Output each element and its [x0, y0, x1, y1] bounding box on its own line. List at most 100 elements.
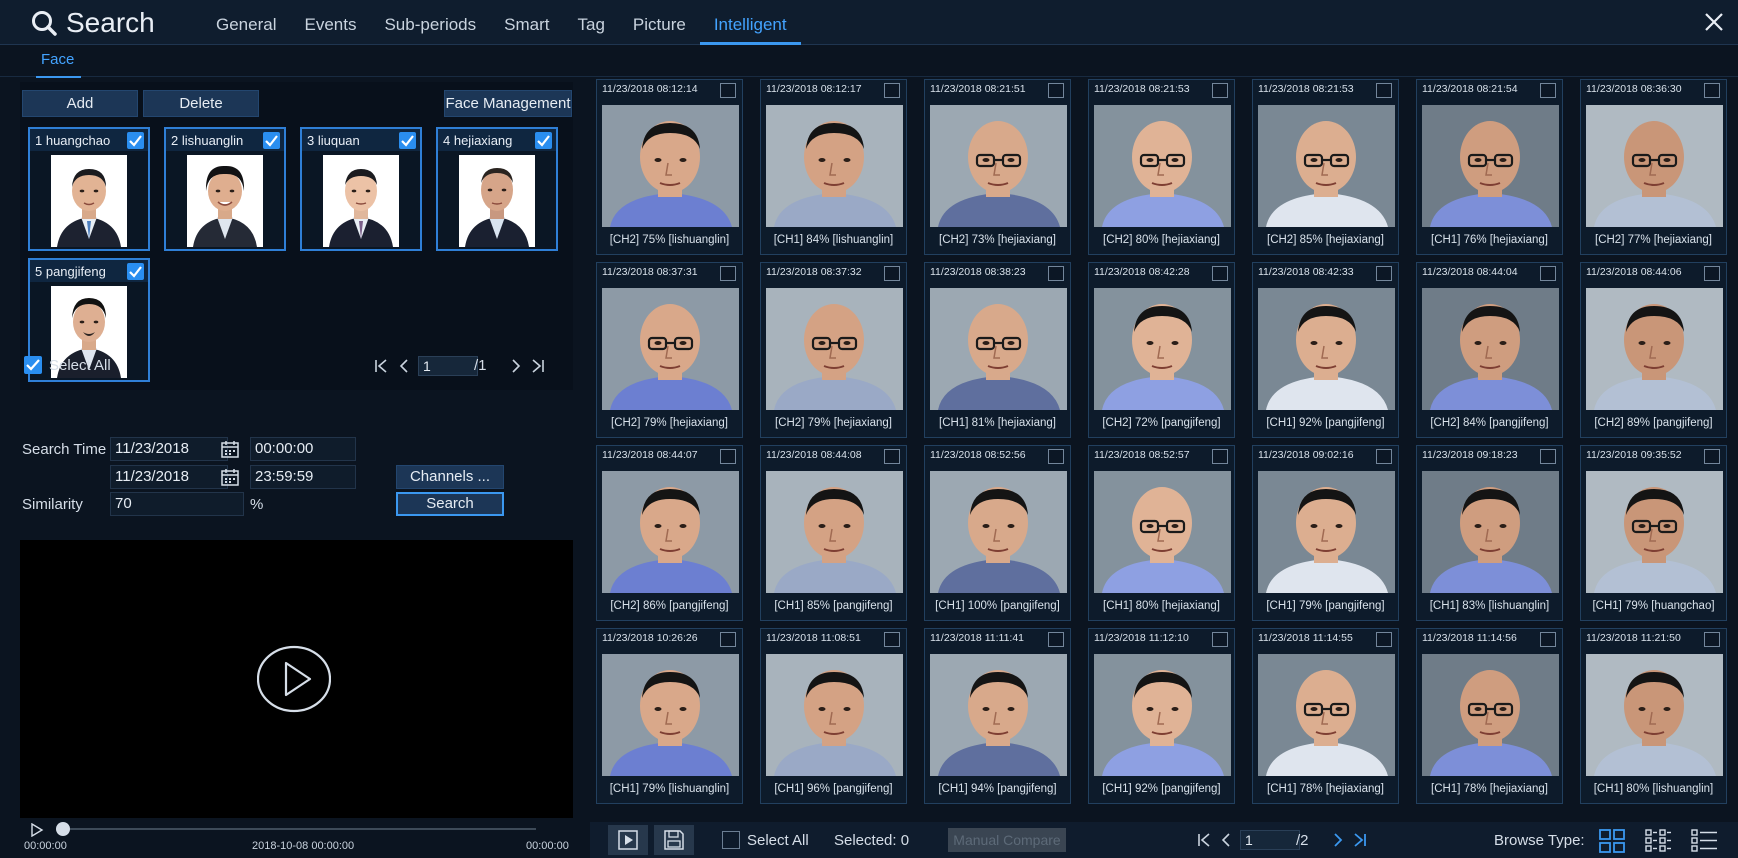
- face-snapshot[interactable]: [602, 654, 739, 776]
- result-checkbox[interactable]: [1048, 83, 1064, 98]
- result-card[interactable]: 11/23/2018 08:12:14 [CH2] 75% [lishuangli…: [596, 79, 743, 255]
- face-card[interactable]: 2 lishuanglin: [164, 127, 286, 251]
- next-page-icon[interactable]: [1332, 833, 1344, 847]
- result-card[interactable]: 11/23/2018 10:26:26 [CH1] 79% [lishuangli…: [596, 628, 743, 804]
- calendar-icon[interactable]: [221, 440, 239, 458]
- result-card[interactable]: 11/23/2018 08:36:30 [CH2] 77% [hejiaxiang…: [1580, 79, 1727, 255]
- face-snapshot[interactable]: [1586, 105, 1723, 227]
- result-checkbox[interactable]: [1376, 449, 1392, 464]
- tab-picture[interactable]: Picture: [619, 0, 700, 45]
- tab-smart[interactable]: Smart: [490, 0, 563, 45]
- result-checkbox[interactable]: [1540, 83, 1556, 98]
- result-card[interactable]: 11/23/2018 08:21:51 [CH2] 73% [hejiaxiang…: [924, 79, 1071, 255]
- face-snapshot[interactable]: [1586, 288, 1723, 410]
- result-card[interactable]: 11/23/2018 11:14:56 [CH1] 78% [hejiaxiang…: [1416, 628, 1563, 804]
- face-snapshot[interactable]: [602, 288, 739, 410]
- result-checkbox[interactable]: [1048, 449, 1064, 464]
- result-checkbox[interactable]: [884, 449, 900, 464]
- face-snapshot[interactable]: [1422, 288, 1559, 410]
- face-snapshot[interactable]: [766, 654, 903, 776]
- result-card[interactable]: 11/23/2018 08:44:07 [CH2] 86% [pangjifeng…: [596, 445, 743, 621]
- face-snapshot[interactable]: [1094, 471, 1231, 593]
- close-icon[interactable]: [1702, 10, 1726, 34]
- result-card[interactable]: 11/23/2018 11:14:55 [CH1] 78% [hejiaxiang…: [1252, 628, 1399, 804]
- face-card[interactable]: 1 huangchao: [28, 127, 150, 251]
- tab-intelligent[interactable]: Intelligent: [699, 0, 801, 45]
- result-card[interactable]: 11/23/2018 08:37:32 [CH2] 79% [hejiaxiang…: [760, 262, 907, 438]
- result-checkbox[interactable]: [884, 632, 900, 647]
- tab-general[interactable]: General: [202, 0, 290, 45]
- result-card[interactable]: 11/23/2018 08:21:53 [CH2] 80% [hejiaxiang…: [1088, 79, 1235, 255]
- face-snapshot[interactable]: [1094, 105, 1231, 227]
- result-checkbox[interactable]: [1376, 83, 1392, 98]
- result-card[interactable]: 11/23/2018 08:52:56 [CH1] 100% [pangjifen…: [924, 445, 1071, 621]
- start-date-field[interactable]: 11/23/2018: [110, 437, 228, 461]
- grid-detail-icon[interactable]: [1644, 828, 1672, 854]
- result-checkbox[interactable]: [1704, 83, 1720, 98]
- face-snapshot[interactable]: [1258, 288, 1395, 410]
- similarity-field[interactable]: 70: [110, 492, 244, 516]
- result-checkbox[interactable]: [1704, 266, 1720, 281]
- list-view-icon[interactable]: [1690, 828, 1718, 854]
- result-checkbox[interactable]: [720, 266, 736, 281]
- result-card[interactable]: 11/23/2018 11:11:41 [CH1] 94% [pangjifeng…: [924, 628, 1071, 804]
- face-snapshot[interactable]: [930, 471, 1067, 593]
- play-small-icon[interactable]: [30, 823, 44, 837]
- result-checkbox[interactable]: [1212, 449, 1228, 464]
- face-checkbox[interactable]: [127, 263, 144, 280]
- result-checkbox[interactable]: [884, 266, 900, 281]
- result-card[interactable]: 11/23/2018 11:08:51 [CH1] 96% [pangjifeng…: [760, 628, 907, 804]
- result-card[interactable]: 11/23/2018 08:52:57 [CH1] 80% [hejiaxiang…: [1088, 445, 1235, 621]
- result-checkbox[interactable]: [1540, 632, 1556, 647]
- page-input[interactable]: 1: [418, 356, 478, 376]
- result-card[interactable]: 11/23/2018 08:44:06 [CH2] 89% [pangjifeng…: [1580, 262, 1727, 438]
- tab-tag[interactable]: Tag: [563, 0, 618, 45]
- face-snapshot[interactable]: [1094, 654, 1231, 776]
- face-card[interactable]: 4 hejiaxiang: [436, 127, 558, 251]
- result-checkbox[interactable]: [1704, 449, 1720, 464]
- result-checkbox[interactable]: [720, 632, 736, 647]
- play-icon[interactable]: [257, 645, 331, 713]
- result-card[interactable]: 11/23/2018 09:02:16 [CH1] 79% [pangjifeng…: [1252, 445, 1399, 621]
- tab-face[interactable]: Face: [35, 51, 82, 78]
- face-snapshot[interactable]: [1586, 471, 1723, 593]
- face-snapshot[interactable]: [1586, 654, 1723, 776]
- start-time-field[interactable]: 00:00:00: [250, 437, 356, 461]
- face-snapshot[interactable]: [1258, 654, 1395, 776]
- result-card[interactable]: 11/23/2018 11:21:50 [CH1] 80% [lishuangli…: [1580, 628, 1727, 804]
- calendar-icon[interactable]: [221, 468, 239, 486]
- result-checkbox[interactable]: [1212, 83, 1228, 98]
- face-snapshot[interactable]: [930, 288, 1067, 410]
- face-snapshot[interactable]: [930, 654, 1067, 776]
- face-snapshot[interactable]: [766, 105, 903, 227]
- result-card[interactable]: 11/23/2018 08:12:17 [CH1] 84% [lishuangli…: [760, 79, 907, 255]
- result-checkbox[interactable]: [1212, 632, 1228, 647]
- face-snapshot[interactable]: [602, 471, 739, 593]
- face-snapshot[interactable]: [930, 105, 1067, 227]
- result-checkbox[interactable]: [720, 83, 736, 98]
- face-snapshot[interactable]: [1258, 471, 1395, 593]
- prev-page-icon[interactable]: [1220, 833, 1232, 847]
- result-checkbox[interactable]: [1704, 632, 1720, 647]
- face-snapshot[interactable]: [766, 288, 903, 410]
- result-checkbox[interactable]: [720, 449, 736, 464]
- add-button[interactable]: Add: [22, 90, 138, 117]
- face-snapshot[interactable]: [1258, 105, 1395, 227]
- video-player[interactable]: [20, 540, 573, 818]
- result-card[interactable]: 11/23/2018 11:12:10 [CH1] 92% [pangjifeng…: [1088, 628, 1235, 804]
- result-checkbox[interactable]: [1048, 266, 1064, 281]
- select-all-checkbox[interactable]: [24, 356, 42, 374]
- result-checkbox[interactable]: [884, 83, 900, 98]
- face-snapshot[interactable]: [1422, 105, 1559, 227]
- face-checkbox[interactable]: [127, 132, 144, 149]
- result-checkbox[interactable]: [1376, 266, 1392, 281]
- result-card[interactable]: 11/23/2018 08:44:08 [CH1] 85% [pangjifeng…: [760, 445, 907, 621]
- result-card[interactable]: 11/23/2018 08:21:54 [CH1] 76% [hejiaxiang…: [1416, 79, 1563, 255]
- result-checkbox[interactable]: [1212, 266, 1228, 281]
- face-checkbox[interactable]: [263, 132, 280, 149]
- result-checkbox[interactable]: [1540, 266, 1556, 281]
- results-page-input[interactable]: 1: [1240, 830, 1300, 850]
- result-card[interactable]: 11/23/2018 08:21:53 [CH2] 85% [hejiaxiang…: [1252, 79, 1399, 255]
- result-card[interactable]: 11/23/2018 08:44:04 [CH2] 84% [pangjifeng…: [1416, 262, 1563, 438]
- last-page-icon[interactable]: [1350, 833, 1368, 847]
